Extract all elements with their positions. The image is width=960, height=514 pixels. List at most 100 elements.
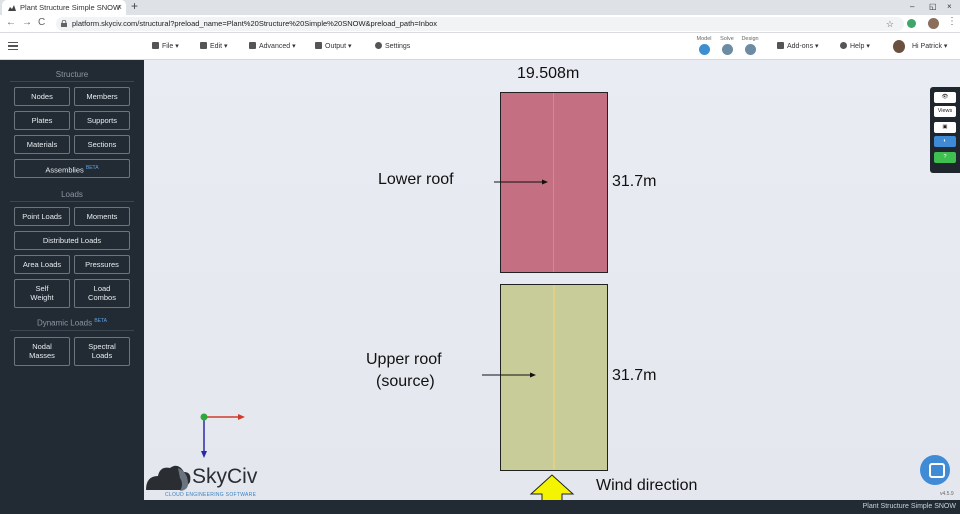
- mode-model[interactable]: Model: [693, 36, 715, 55]
- help-question-icon[interactable]: ?: [934, 152, 956, 163]
- members-button[interactable]: Members: [74, 87, 130, 106]
- menu-edit[interactable]: Edit ▾: [200, 42, 228, 50]
- view-tools-panel: 👁 Views ▣ ◐ ?: [930, 87, 960, 173]
- model-canvas[interactable]: 19.508m Lower roof 31.7m Upper roof (sou…: [144, 60, 960, 500]
- spectral-loads-button[interactable]: Spectral Loads: [74, 337, 130, 366]
- help-icon: [840, 42, 847, 49]
- app-toolbar: File ▾ Edit ▾ Advanced ▾ Output ▾ Settin…: [0, 33, 960, 60]
- nodal-masses-button[interactable]: Nodal Masses: [14, 337, 70, 366]
- extension-icon[interactable]: [907, 19, 916, 28]
- nodes-button[interactable]: Nodes: [14, 87, 70, 106]
- back-button[interactable]: ←: [6, 17, 16, 28]
- menu-file[interactable]: File ▾: [152, 42, 179, 50]
- render-settings-icon[interactable]: ◐: [934, 136, 956, 147]
- model-icon: [698, 44, 710, 55]
- menu-advanced-label: Advanced ▾: [259, 43, 296, 50]
- menu-addons[interactable]: Add-ons ▾: [777, 42, 819, 50]
- menu-settings[interactable]: Settings: [375, 42, 410, 50]
- menu-advanced[interactable]: Advanced ▾: [249, 42, 296, 50]
- menu-addons-label: Add-ons ▾: [787, 43, 819, 50]
- skyciv-logo-text: SkyCiv: [192, 465, 258, 488]
- load-combos-label-2: Combos: [88, 293, 116, 302]
- gear-icon: [375, 42, 382, 49]
- mode-design-label: Design: [741, 36, 759, 42]
- new-tab-button[interactable]: +: [131, 0, 138, 13]
- reload-button[interactable]: C: [38, 17, 45, 28]
- nodal-masses-label-2: Masses: [29, 351, 55, 360]
- lock-icon: [61, 20, 67, 27]
- wrench-icon: [249, 42, 256, 49]
- views-button[interactable]: Views: [934, 106, 956, 117]
- materials-button[interactable]: Materials: [14, 135, 70, 154]
- moments-button[interactable]: Moments: [74, 207, 130, 226]
- monitor-icon: [315, 42, 322, 49]
- camera-icon[interactable]: ▣: [934, 122, 956, 133]
- annotation-arrows: [146, 179, 575, 500]
- beta-badge: BETA: [85, 165, 99, 171]
- status-bar: Plant Structure Simple SNOW: [0, 500, 960, 514]
- user-avatar[interactable]: [893, 40, 905, 53]
- menu-help-label: Help ▾: [850, 43, 870, 50]
- design-icon: [744, 44, 756, 55]
- section-title-dynamic-loads: Dynamic Loads BETA: [10, 318, 134, 331]
- spectral-loads-label-2: Loads: [91, 351, 113, 360]
- dynamic-loads-label: Dynamic Loads: [36, 318, 93, 328]
- address-bar-row: ← → C platform.skyciv.com/structural?pre…: [0, 15, 960, 33]
- chat-support-button[interactable]: [920, 455, 950, 485]
- mode-solve-label: Solve: [720, 36, 734, 42]
- project-name-status: Plant Structure Simple SNOW: [862, 503, 956, 510]
- user-menu[interactable]: Hi Patrick ▾: [912, 42, 947, 50]
- solve-icon: [721, 44, 733, 55]
- menu-file-label: File ▾: [162, 43, 179, 50]
- restore-button[interactable]: ◱: [929, 0, 937, 14]
- menu-settings-label: Settings: [385, 43, 411, 50]
- sections-button[interactable]: Sections: [74, 135, 130, 154]
- file-icon: [152, 42, 159, 49]
- menu-edit-label: Edit ▾: [210, 43, 228, 50]
- grid-icon: [777, 42, 784, 49]
- mode-model-label: Model: [696, 36, 712, 42]
- version-label: v4.5.9: [940, 491, 954, 497]
- mode-solve[interactable]: Solve: [716, 36, 738, 55]
- bookmark-star-icon[interactable]: ☆: [886, 17, 894, 31]
- self-weight-label-2: Weight: [30, 293, 54, 302]
- assemblies-button[interactable]: Assemblies BETA: [14, 159, 130, 178]
- skyciv-favicon-icon: [8, 5, 16, 11]
- tab-close-icon[interactable]: ×: [117, 0, 122, 15]
- close-window-button[interactable]: ×: [947, 0, 952, 14]
- distributed-loads-button[interactable]: Distributed Loads: [14, 231, 130, 250]
- assemblies-label: Assemblies: [45, 165, 84, 175]
- lower-roof-arrow: [494, 179, 548, 185]
- section-title-structure: Structure: [10, 70, 134, 82]
- spectral-loads-label-1: Spectral: [88, 342, 116, 351]
- forward-button[interactable]: →: [22, 17, 32, 28]
- upper-roof-arrow: [482, 372, 536, 378]
- hamburger-menu-icon[interactable]: [8, 42, 18, 50]
- pressures-button[interactable]: Pressures: [74, 255, 130, 274]
- axes-gizmo: [200, 413, 245, 458]
- minimize-button[interactable]: –: [910, 0, 914, 14]
- skyciv-tagline: CLOUD ENGINEERING SOFTWARE: [165, 492, 257, 498]
- nodal-masses-label-1: Nodal: [32, 342, 52, 351]
- self-weight-button[interactable]: Self Weight: [14, 279, 70, 308]
- browser-tab-title: Plant Structure Simple SNOW: [20, 3, 121, 12]
- menu-output[interactable]: Output ▾: [315, 42, 351, 50]
- skyciv-logo-icon: [146, 465, 191, 491]
- load-combos-button[interactable]: Load Combos: [74, 279, 130, 308]
- pencil-icon: [200, 42, 207, 49]
- browser-tab[interactable]: Plant Structure Simple SNOW ×: [2, 0, 126, 15]
- load-combos-label-1: Load: [93, 284, 111, 293]
- profile-avatar-icon[interactable]: [928, 18, 939, 29]
- url-field[interactable]: platform.skyciv.com/structural?preload_n…: [56, 17, 904, 31]
- point-loads-button[interactable]: Point Loads: [14, 207, 70, 226]
- visibility-eye-icon[interactable]: 👁: [934, 92, 956, 103]
- beta-badge: BETA: [94, 318, 108, 324]
- plates-button[interactable]: Plates: [14, 111, 70, 130]
- mode-design[interactable]: Design: [739, 36, 761, 55]
- menu-help[interactable]: Help ▾: [840, 42, 870, 50]
- supports-button[interactable]: Supports: [74, 111, 130, 130]
- section-title-loads: Loads: [10, 190, 134, 202]
- wind-direction-arrow: [529, 474, 575, 500]
- area-loads-button[interactable]: Area Loads: [14, 255, 70, 274]
- browser-menu-icon[interactable]: ⋮: [947, 16, 957, 27]
